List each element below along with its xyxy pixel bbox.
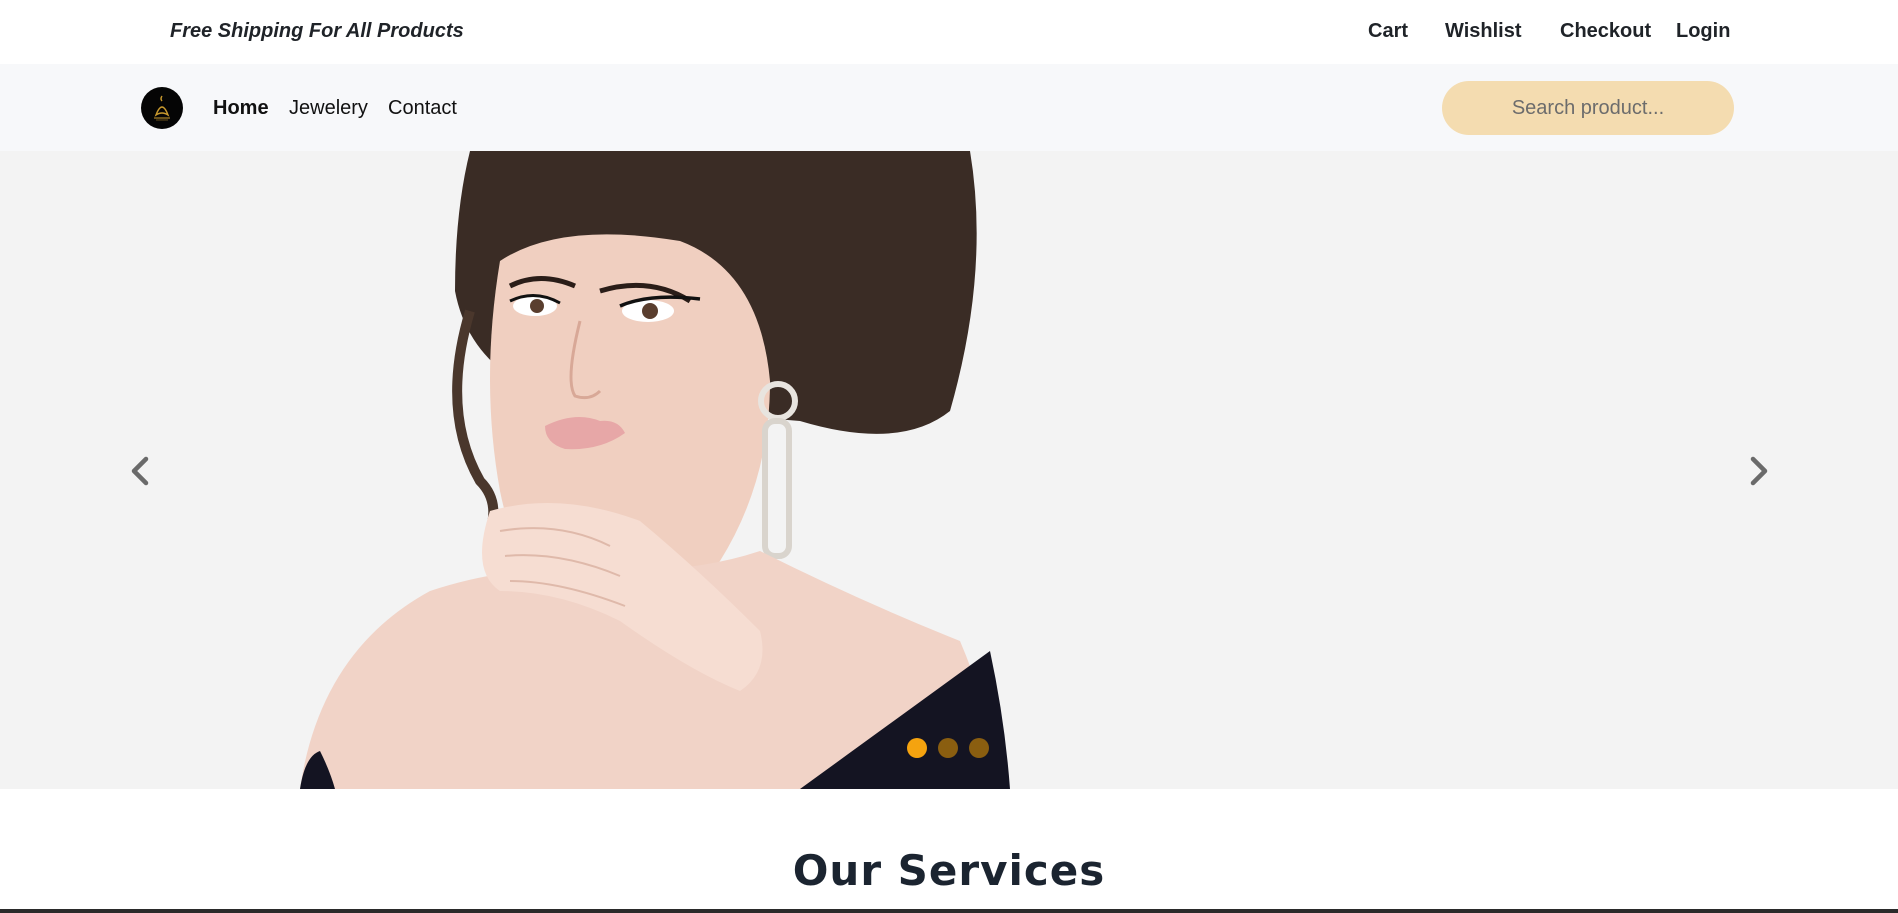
jewelry-brand-logo-icon xyxy=(154,95,170,121)
nav-contact[interactable]: Contact xyxy=(388,97,457,120)
checkout-link[interactable]: Checkout xyxy=(1560,20,1651,43)
carousel-dot-1[interactable] xyxy=(907,738,927,758)
chevron-right-icon xyxy=(1750,456,1768,486)
carousel-indicators xyxy=(907,738,989,758)
search-input[interactable] xyxy=(1442,81,1734,135)
nav-jewelery[interactable]: Jewelery xyxy=(289,97,368,120)
account-links: Cart Wishlist Checkout Login xyxy=(0,20,1898,44)
nav-home[interactable]: Home xyxy=(213,97,269,120)
carousel-next-button[interactable] xyxy=(1738,451,1778,491)
login-link[interactable]: Login xyxy=(1676,20,1730,43)
wishlist-link[interactable]: Wishlist xyxy=(1445,20,1522,43)
chevron-left-icon xyxy=(131,456,149,486)
brand-logo[interactable] xyxy=(141,87,183,129)
hero-carousel xyxy=(0,151,1898,789)
carousel-dot-2[interactable] xyxy=(938,738,958,758)
carousel-prev-button[interactable] xyxy=(121,451,161,491)
services-heading: Our Services xyxy=(792,846,1106,895)
section-divider xyxy=(0,909,1898,913)
hero-model-image xyxy=(300,151,1010,789)
top-bar: Free Shipping For All Products Cart Wish… xyxy=(0,0,1898,64)
main-navbar: Home Jewelery Contact xyxy=(0,64,1898,151)
carousel-dot-3[interactable] xyxy=(969,738,989,758)
cart-link[interactable]: Cart xyxy=(1368,20,1408,43)
